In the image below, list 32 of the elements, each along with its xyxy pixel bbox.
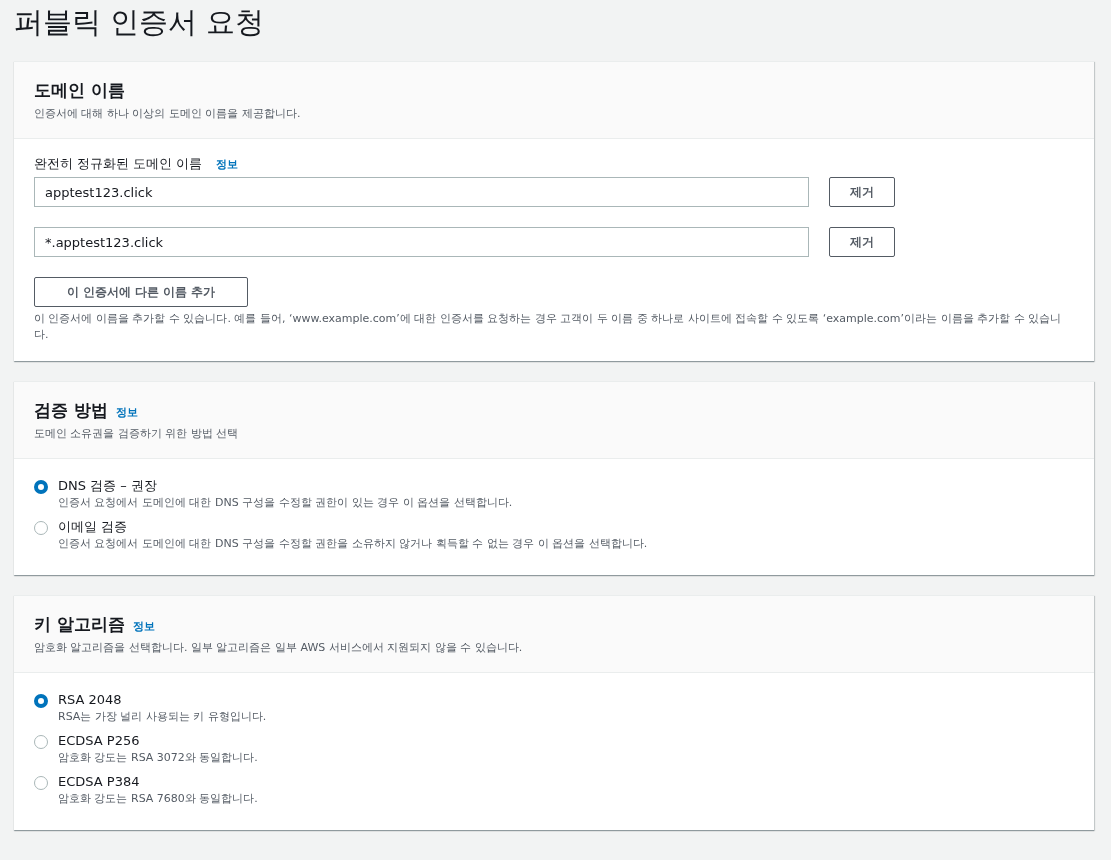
info-link[interactable]: 정보 <box>115 405 138 420</box>
option-description: 인증서 요청에서 도메인에 대한 DNS 구성을 수정할 권한이 있는 경우 이 옵션을 선택합니다. <box>58 495 513 510</box>
option-description: 암호화 강도는 RSA 7680와 동일합니다. <box>58 791 258 806</box>
radio-button[interactable] <box>34 694 48 708</box>
section-description: 암호화 알고리즘을 선택합니다. 일부 알고리즘은 일부 AWS 서비스에서 지원되지 않을 수 있습니다. <box>34 640 524 656</box>
option-description: RSA는 가장 널리 사용되는 키 유형입니다. <box>58 709 267 724</box>
field-label: 완전히 정규화된 도메인 이름 <box>34 155 203 173</box>
radio-button[interactable] <box>34 521 48 535</box>
add-name-button[interactable]: 이 인증서에 다른 이름 추가 <box>34 277 248 307</box>
info-link[interactable]: 정보 <box>216 157 239 172</box>
remove-button[interactable]: 제거 <box>829 177 895 207</box>
section-title: 검증 방법 <box>34 399 108 422</box>
remove-button[interactable]: 제거 <box>829 227 895 257</box>
section-description: 도메인 소유권을 검증하기 위한 방법 선택 <box>34 426 240 442</box>
option-description: 인증서 요청에서 도메인에 대한 DNS 구성을 수정할 권한을 소유하지 않거나 획득할 수 없는 경우 이 옵션을 선택합니다. <box>58 536 648 551</box>
option-label: 이메일 검증 <box>58 518 129 536</box>
option-label: ECDSA P256 <box>58 732 141 750</box>
radio-button[interactable] <box>34 776 48 790</box>
section-description: 인증서에 대해 하나 이상의 도메인 이름을 제공합니다. <box>34 106 302 122</box>
page-title: 퍼블릭 인증서 요청 <box>14 4 266 41</box>
option-label: RSA 2048 <box>58 691 123 709</box>
option-label: ECDSA P384 <box>58 773 141 791</box>
option-label: DNS 검증 – 권장 <box>58 477 158 495</box>
info-link[interactable]: 정보 <box>132 619 155 634</box>
hint-text: 이 인증서에 이름을 추가할 수 있습니다. 예를 들어, ‘www.example.com’에 대한 인증서를 요청하는 경우 고객이 두 이름 중 하나로 사이트에 접속할 수 있도록 ‘example.com’이라는 이름을 추가할 수 있습니다. <box>34 311 1063 343</box>
option-description: 암호화 강도는 RSA 3072와 동일합니다. <box>58 750 258 765</box>
section-title: 키 알고리즘 <box>34 613 125 636</box>
domain-input-field[interactable]: apptest123.click <box>34 177 809 207</box>
domain-input-field[interactable]: *.apptest123.click <box>34 227 809 257</box>
section-title: 도메인 이름 <box>34 79 126 102</box>
radio-button[interactable] <box>34 480 48 494</box>
radio-button[interactable] <box>34 735 48 749</box>
